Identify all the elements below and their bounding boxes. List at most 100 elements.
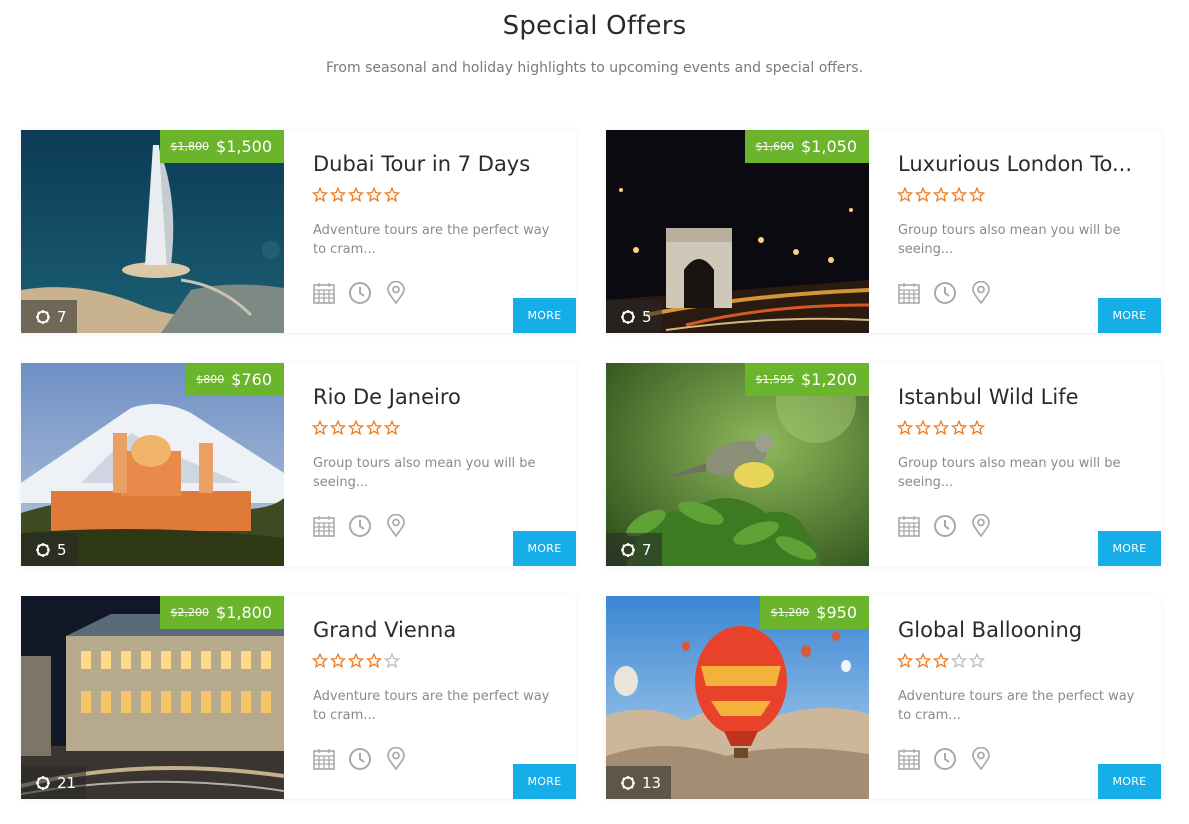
star-empty-icon[interactable]: [330, 420, 346, 436]
star-rating: [312, 653, 400, 669]
map-pin-icon[interactable]: [384, 281, 408, 305]
old-price: $800: [196, 373, 225, 386]
price-badge: $1,595 $1,200: [744, 363, 869, 396]
star-empty-icon[interactable]: [915, 187, 931, 203]
offer-image[interactable]: $2,200 $1,800 21: [21, 596, 284, 799]
star-empty-icon[interactable]: [366, 187, 382, 203]
calendar-icon[interactable]: [312, 281, 336, 305]
photo-count[interactable]: 7: [21, 300, 77, 333]
offer-meta: [312, 747, 408, 771]
offer-card: $1,800 $1,500 7 Dubai Tour in 7 Days Adv…: [21, 130, 576, 333]
star-filled-icon[interactable]: [348, 653, 364, 669]
star-empty-icon[interactable]: [897, 187, 913, 203]
calendar-icon[interactable]: [897, 281, 921, 305]
more-button[interactable]: MORE: [1098, 531, 1161, 566]
calendar-icon[interactable]: [897, 747, 921, 771]
map-pin-icon[interactable]: [969, 747, 993, 771]
star-empty-icon[interactable]: [969, 187, 985, 203]
calendar-icon[interactable]: [312, 747, 336, 771]
photo-count[interactable]: 5: [21, 533, 77, 566]
current-price: $950: [816, 603, 857, 622]
camera-aperture-icon: [36, 309, 50, 324]
clock-icon[interactable]: [348, 747, 372, 771]
star-empty-icon[interactable]: [915, 420, 931, 436]
page-subtitle: From seasonal and holiday highlights to …: [325, 60, 864, 76]
star-empty-icon[interactable]: [384, 653, 400, 669]
offer-image[interactable]: $1,800 $1,500 7: [21, 130, 284, 333]
photo-count[interactable]: 13: [606, 766, 672, 799]
offer-title[interactable]: Istanbul Wild Life: [898, 385, 1148, 409]
photo-count-value: 5: [642, 307, 652, 326]
star-empty-icon[interactable]: [969, 420, 985, 436]
clock-icon[interactable]: [348, 281, 372, 305]
star-empty-icon[interactable]: [348, 187, 364, 203]
star-empty-icon[interactable]: [348, 420, 364, 436]
offer-title[interactable]: Dubai Tour in 7 Days: [313, 152, 563, 176]
star-empty-icon[interactable]: [384, 187, 400, 203]
star-filled-icon[interactable]: [312, 653, 328, 669]
offer-info: Rio De Janeiro Group tours also mean you…: [284, 363, 576, 566]
current-price: $1,800: [216, 603, 272, 622]
star-empty-icon[interactable]: [330, 187, 346, 203]
star-empty-icon[interactable]: [366, 420, 382, 436]
offer-title[interactable]: Grand Vienna: [313, 618, 563, 642]
photo-count[interactable]: 5: [606, 300, 662, 333]
star-empty-icon[interactable]: [312, 187, 328, 203]
more-button[interactable]: MORE: [513, 531, 576, 566]
clock-icon[interactable]: [348, 514, 372, 538]
old-price: $1,800: [170, 140, 210, 153]
old-price: $2,200: [170, 606, 210, 619]
offers-grid: $1,800 $1,500 7 Dubai Tour in 7 Days Adv…: [21, 130, 1161, 800]
offer-meta: [312, 514, 408, 538]
star-empty-icon[interactable]: [933, 187, 949, 203]
map-pin-icon[interactable]: [384, 514, 408, 538]
camera-aperture-icon: [621, 309, 635, 324]
photo-count-value: 7: [642, 540, 652, 559]
price-badge: $2,200 $1,800: [159, 596, 284, 629]
offer-title[interactable]: Global Ballooning: [898, 618, 1148, 642]
photo-count[interactable]: 21: [21, 766, 87, 799]
photo-count[interactable]: 7: [606, 533, 662, 566]
star-filled-icon[interactable]: [915, 653, 931, 669]
more-button[interactable]: MORE: [513, 298, 576, 333]
offer-description: Group tours also mean you will be seeing…: [898, 223, 1121, 257]
star-empty-icon[interactable]: [969, 653, 985, 669]
offer-card: $1,600 $1,050 5 Luxurious London To... G…: [606, 130, 1161, 333]
offer-info: Istanbul Wild Life Group tours also mean…: [869, 363, 1161, 566]
camera-aperture-icon: [621, 775, 635, 790]
star-empty-icon[interactable]: [951, 420, 967, 436]
clock-icon[interactable]: [933, 514, 957, 538]
clock-icon[interactable]: [933, 281, 957, 305]
star-empty-icon[interactable]: [951, 187, 967, 203]
map-pin-icon[interactable]: [969, 514, 993, 538]
page-title: Special Offers: [502, 11, 687, 41]
offer-title[interactable]: Luxurious London To...: [898, 152, 1148, 176]
price-badge: $1,600 $1,050: [744, 130, 869, 163]
star-filled-icon[interactable]: [933, 653, 949, 669]
star-empty-icon[interactable]: [897, 420, 913, 436]
star-empty-icon[interactable]: [384, 420, 400, 436]
offer-image[interactable]: $800 $760 5: [21, 363, 284, 566]
more-button[interactable]: MORE: [1098, 298, 1161, 333]
photo-count-value: 5: [57, 540, 67, 559]
offer-image[interactable]: $1,600 $1,050 5: [606, 130, 869, 333]
more-button[interactable]: MORE: [1098, 764, 1161, 799]
offer-title[interactable]: Rio De Janeiro: [313, 385, 563, 409]
map-pin-icon[interactable]: [384, 747, 408, 771]
star-filled-icon[interactable]: [366, 653, 382, 669]
map-pin-icon[interactable]: [969, 281, 993, 305]
star-empty-icon[interactable]: [933, 420, 949, 436]
star-rating: [312, 187, 400, 203]
calendar-icon[interactable]: [312, 514, 336, 538]
star-empty-icon[interactable]: [951, 653, 967, 669]
clock-icon[interactable]: [933, 747, 957, 771]
calendar-icon[interactable]: [897, 514, 921, 538]
star-filled-icon[interactable]: [330, 653, 346, 669]
offer-image[interactable]: $1,595 $1,200 7: [606, 363, 869, 566]
star-empty-icon[interactable]: [312, 420, 328, 436]
offer-card: $1,595 $1,200 7 Istanbul Wild Life Group…: [606, 363, 1161, 566]
offer-description: Group tours also mean you will be seeing…: [898, 456, 1121, 490]
more-button[interactable]: MORE: [513, 764, 576, 799]
offer-image[interactable]: $1,200 $950 13: [606, 596, 869, 799]
star-filled-icon[interactable]: [897, 653, 913, 669]
